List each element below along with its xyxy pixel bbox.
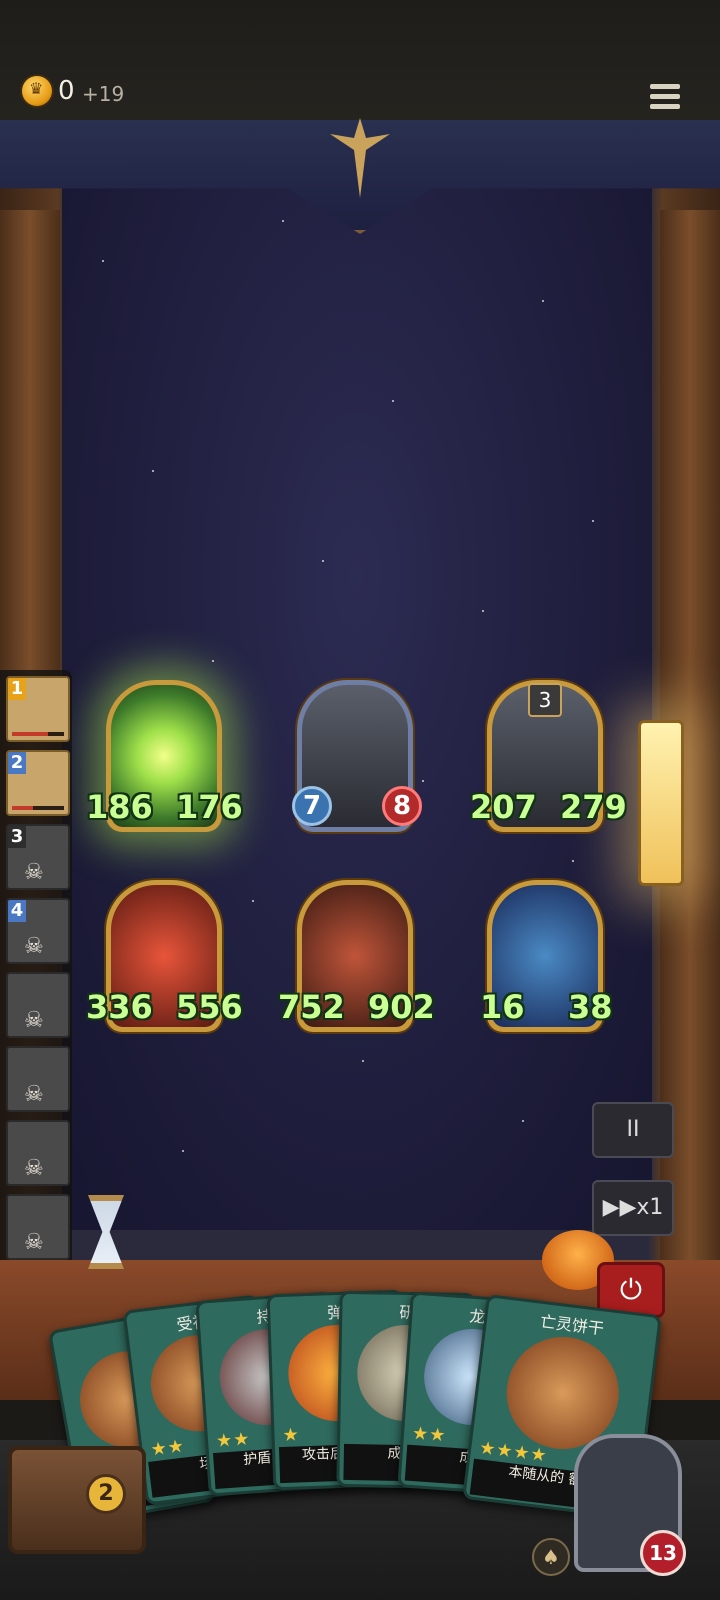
gold-amount: 0	[58, 76, 75, 106]
card-2-attack: 7	[292, 786, 332, 826]
skull-icon: ☠	[24, 1008, 44, 1033]
card-3-health: 279	[560, 788, 627, 826]
skull-icon: ☠	[24, 1082, 44, 1107]
card-5-attack: 752	[278, 988, 345, 1026]
queue-player-8[interactable]: ☠	[6, 1194, 70, 1260]
card-6-health: 38	[568, 988, 613, 1026]
card-4-attack: 336	[86, 988, 153, 1026]
queue-player-1[interactable]: 1	[6, 676, 70, 742]
hero-health-badge: 13	[640, 1530, 686, 1576]
speed-button[interactable]: ▶▶x1	[592, 1180, 674, 1236]
gold-coin-icon	[22, 76, 52, 106]
queue-player-7[interactable]: ☠	[6, 1120, 70, 1186]
skull-icon: ☠	[24, 934, 44, 959]
skull-icon: ☠	[24, 1156, 44, 1181]
skull-icon: ☠	[24, 1230, 44, 1255]
menu-icon[interactable]	[650, 84, 682, 114]
chest-count-badge: 2	[86, 1474, 126, 1514]
queue-player-3[interactable]: 3 ☠	[6, 824, 70, 890]
card-3-attack: 207	[470, 788, 537, 826]
leaf-icon[interactable]: ♠	[532, 1538, 570, 1576]
card-2-health: 8	[382, 786, 422, 826]
queue-player-6[interactable]: ☠	[6, 1046, 70, 1112]
lantern-icon	[638, 720, 684, 886]
turn-order-queue: 1 2 3 ☠ 4 ☠ ☠ ☠ ☠ ☠	[0, 670, 72, 1270]
gold-income: +19	[82, 82, 125, 106]
top-bar: 0 +19	[0, 0, 720, 130]
queue-player-4[interactable]: 4 ☠	[6, 898, 70, 964]
skull-icon: ☠	[24, 860, 44, 885]
treasure-chest-icon[interactable]	[8, 1446, 146, 1554]
card-6-attack: 16	[480, 988, 525, 1026]
shield-level-badge: 3	[528, 683, 562, 717]
queue-player-2[interactable]: 2	[6, 750, 70, 816]
pause-button[interactable]: II	[592, 1102, 674, 1158]
card-4-health: 556	[176, 988, 243, 1026]
queue-player-5[interactable]: ☠	[6, 972, 70, 1038]
card-1-health: 176	[176, 788, 243, 826]
card-5-health: 902	[368, 988, 435, 1026]
card-1-attack: 186	[86, 788, 153, 826]
